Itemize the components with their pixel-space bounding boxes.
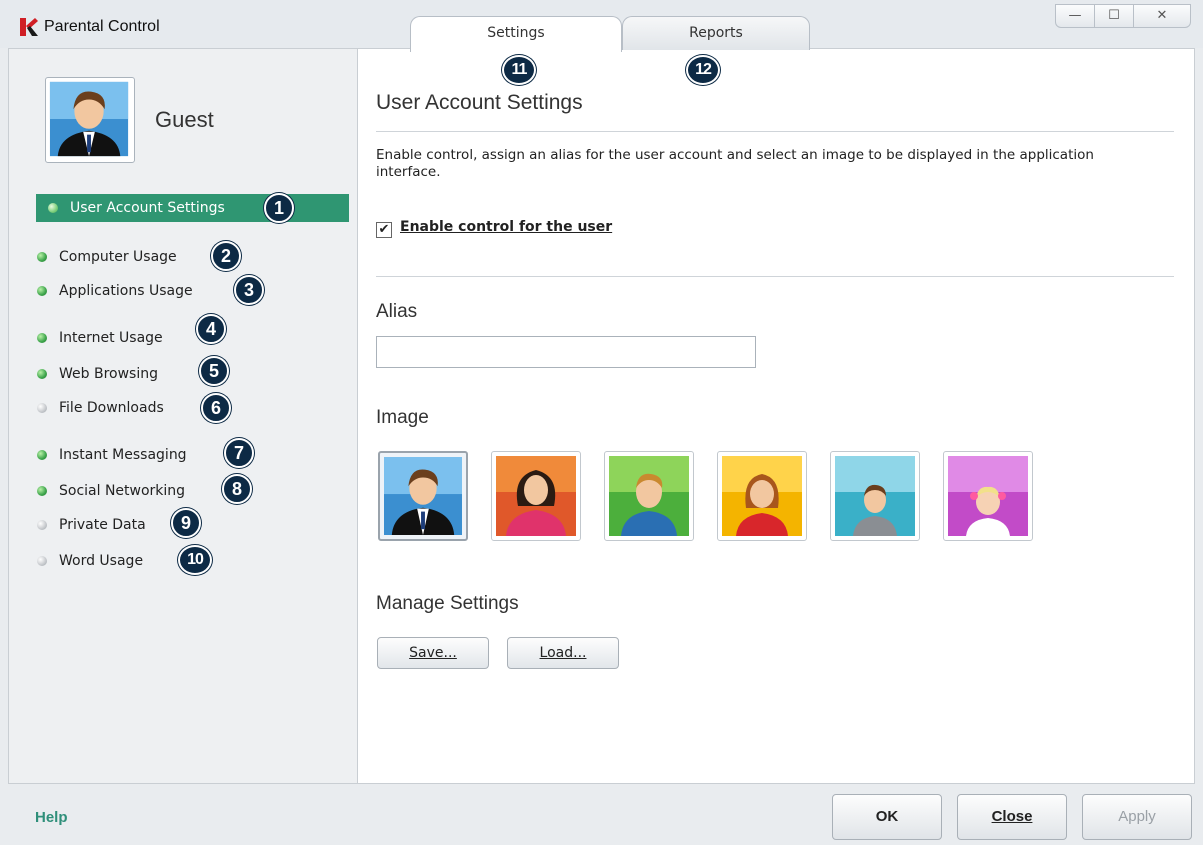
alias-heading: Alias [376,301,418,322]
status-dot-icon [37,486,47,496]
manage-settings-heading: Manage Settings [376,593,519,614]
image-option-girl-red[interactable] [717,451,807,541]
status-dot-icon [37,556,47,566]
sidebar-item-label: Instant Messaging [59,447,187,463]
status-dot-icon [37,520,47,530]
main-panel: User Account Settings Enable control, as… [358,48,1195,784]
maximize-button[interactable]: ☐ [1094,4,1134,28]
avatar[interactable] [45,77,135,163]
tab-settings-label: Settings [487,25,545,41]
callout-badge-7: 7 [224,438,254,468]
callout-badge-6: 6 [201,393,231,423]
sidebar-item-social-networking[interactable]: Social Networking [37,477,185,505]
checkbox-check-icon: ✔ [376,222,392,238]
sidebar-item-label: User Account Settings [70,200,225,216]
divider [376,131,1174,132]
status-dot-icon [48,203,58,213]
boy-avatar-icon [609,456,689,536]
status-dot-icon [37,403,47,413]
page-title: User Account Settings [376,91,583,114]
minimize-button[interactable]: — [1055,4,1095,28]
title-bar: Parental Control Settings Reports — ☐ ✕ [0,0,1203,52]
callout-badge-12: 12 [686,55,720,85]
child-avatar-icon [835,456,915,536]
user-name: Guest [155,107,214,132]
kaspersky-logo-icon [20,18,38,36]
sidebar-item-label: Internet Usage [59,330,163,346]
callout-badge-8: 8 [222,474,252,504]
save-button[interactable]: Save... [377,637,489,669]
sidebar-item-label: Web Browsing [59,366,158,382]
load-button-label: Load... [539,645,587,661]
callout-badge-2: 2 [211,241,241,271]
apply-button[interactable]: Apply [1082,794,1192,840]
ok-button[interactable]: OK [832,794,942,840]
callout-badge-5: 5 [199,356,229,386]
sidebar-item-file-downloads[interactable]: File Downloads [37,394,164,422]
sidebar-item-label: Computer Usage [59,249,177,265]
sidebar-item-label: Social Networking [59,483,186,499]
status-dot-icon [37,369,47,379]
sidebar-item-web-browsing[interactable]: Web Browsing [37,360,158,388]
toddler-avatar-icon [948,456,1028,536]
enable-control-checkbox[interactable]: ✔ Enable control for the user [376,219,612,238]
divider [376,276,1174,277]
sidebar-item-user-account-settings[interactable]: User Account Settings [36,194,349,222]
tab-reports-label: Reports [689,25,743,41]
callout-badge-10: 10 [178,545,212,575]
sidebar-item-label: File Downloads [59,400,164,416]
window-title: Parental Control [44,18,160,35]
parental-control-window: Parental Control Settings Reports — ☐ ✕ … [0,0,1203,845]
callout-badge-9: 9 [171,508,201,538]
window-controls: — ☐ ✕ [1055,4,1191,28]
sidebar-item-label: Private Data [59,517,146,533]
girl-avatar-icon [722,456,802,536]
user-avatar-icon [49,81,129,157]
status-dot-icon [37,286,47,296]
page-description: Enable control, assign an alias for the … [376,147,1094,180]
status-dot-icon [37,252,47,262]
sidebar-item-private-data[interactable]: Private Data [37,511,146,539]
image-option-man-suit[interactable] [378,451,468,541]
enable-control-label: Enable control for the user [400,219,613,235]
sidebar-item-word-usage[interactable]: Word Usage [37,547,143,575]
callout-badge-11: 11 [502,55,536,85]
image-option-toddler-pink[interactable] [943,451,1033,541]
sidebar-item-label: Word Usage [59,553,144,569]
callout-badge-1: 1 [264,193,294,223]
woman-avatar-icon [496,456,576,536]
status-dot-icon [37,333,47,343]
tab-reports[interactable]: Reports [622,16,810,50]
image-option-child-gray[interactable] [830,451,920,541]
image-heading: Image [376,407,429,428]
sidebar-item-instant-messaging[interactable]: Instant Messaging [37,441,187,469]
sidebar-item-computer-usage[interactable]: Computer Usage [37,243,177,271]
sidebar-item-applications-usage[interactable]: Applications Usage [37,277,193,305]
footer: Help OK Close Apply [0,784,1203,845]
window-close-button[interactable]: ✕ [1133,4,1191,28]
load-button[interactable]: Load... [507,637,619,669]
image-option-woman-dark-hair[interactable] [491,451,581,541]
status-dot-icon [37,450,47,460]
tab-settings[interactable]: Settings [410,16,622,52]
callout-badge-3: 3 [234,275,264,305]
save-button-label: Save... [409,645,457,661]
help-link[interactable]: Help [35,809,68,826]
callout-badge-4: 4 [196,314,226,344]
alias-input[interactable] [376,336,756,368]
image-option-boy-green[interactable] [604,451,694,541]
close-button[interactable]: Close [957,794,1067,840]
sidebar-item-internet-usage[interactable]: Internet Usage [37,324,163,352]
sidebar: Guest User Account Settings Computer Usa… [8,48,358,784]
man-suit-avatar-icon [384,457,462,535]
close-button-label: Close [991,808,1033,825]
sidebar-item-label: Applications Usage [59,283,193,299]
